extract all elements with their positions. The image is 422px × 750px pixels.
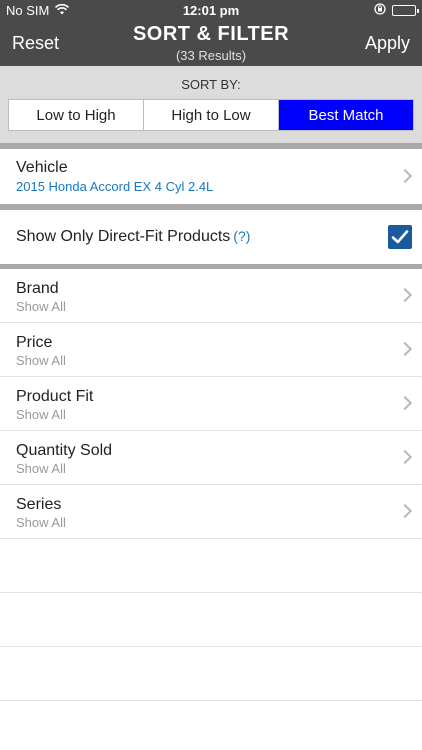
chevron-right-icon xyxy=(397,168,413,184)
chevron-right-icon xyxy=(397,395,413,411)
chevron-right-icon xyxy=(397,287,413,303)
sort-segmented-control: Low to High High to Low Best Match xyxy=(8,99,414,131)
empty-row xyxy=(0,647,422,701)
filter-row-product-fit[interactable]: Product Fit Show All xyxy=(0,377,422,431)
filter-title: Series xyxy=(16,496,62,513)
filter-title: Product Fit xyxy=(16,388,94,405)
sort-section: SORT BY: Low to High High to Low Best Ma… xyxy=(0,66,422,143)
sort-low-to-high[interactable]: Low to High xyxy=(9,100,144,130)
vehicle-title: Vehicle xyxy=(16,159,68,176)
filter-title: Price xyxy=(16,334,53,351)
status-bar: No SIM 12:01 pm xyxy=(0,0,422,20)
filter-title: Brand xyxy=(16,280,59,297)
filter-list: Brand Show All Price Show All Product Fi… xyxy=(0,269,422,701)
results-count: (33 Results) xyxy=(175,48,247,63)
filter-value: Show All xyxy=(16,407,66,422)
filter-value: Show All xyxy=(16,299,66,314)
filter-title: Quantity Sold xyxy=(16,442,113,459)
filter-row-series[interactable]: Series Show All xyxy=(0,485,422,539)
filter-row-price[interactable]: Price Show All xyxy=(0,323,422,377)
status-right xyxy=(374,3,419,18)
sort-high-to-low[interactable]: High to Low xyxy=(144,100,279,130)
empty-row xyxy=(0,593,422,647)
lock-rotation-icon xyxy=(374,3,386,18)
empty-row xyxy=(0,539,422,593)
direct-fit-help-link[interactable]: (?) xyxy=(233,228,250,244)
filter-value: Show All xyxy=(16,461,66,476)
nav-bar: Reset SORT & FILTER (33 Results) Apply xyxy=(0,20,422,66)
direct-fit-checkbox[interactable] xyxy=(388,225,412,249)
page-title: SORT & FILTER xyxy=(132,23,290,45)
chevron-right-icon xyxy=(397,449,413,465)
filter-row-quantity-sold[interactable]: Quantity Sold Show All xyxy=(0,431,422,485)
sort-best-match[interactable]: Best Match xyxy=(279,100,413,130)
direct-fit-row: Show Only Direct-Fit Products (?) xyxy=(0,210,422,264)
filter-value: Show All xyxy=(16,353,66,368)
apply-button[interactable]: Apply xyxy=(365,33,410,54)
sort-by-label: SORT BY: xyxy=(181,77,241,92)
direct-fit-label: Show Only Direct-Fit Products (?) xyxy=(16,228,250,246)
battery-icon xyxy=(392,5,419,16)
chevron-right-icon xyxy=(397,503,413,519)
filter-row-brand[interactable]: Brand Show All xyxy=(0,269,422,323)
filter-value: Show All xyxy=(16,515,66,530)
chevron-right-icon xyxy=(397,341,413,357)
checkmark-icon xyxy=(391,229,409,245)
vehicle-row[interactable]: Vehicle 2015 Honda Accord EX 4 Cyl 2.4L xyxy=(0,149,422,204)
direct-fit-text: Show Only Direct-Fit Products xyxy=(16,228,231,245)
status-time: 12:01 pm xyxy=(182,3,240,18)
vehicle-value: 2015 Honda Accord EX 4 Cyl 2.4L xyxy=(16,179,214,194)
